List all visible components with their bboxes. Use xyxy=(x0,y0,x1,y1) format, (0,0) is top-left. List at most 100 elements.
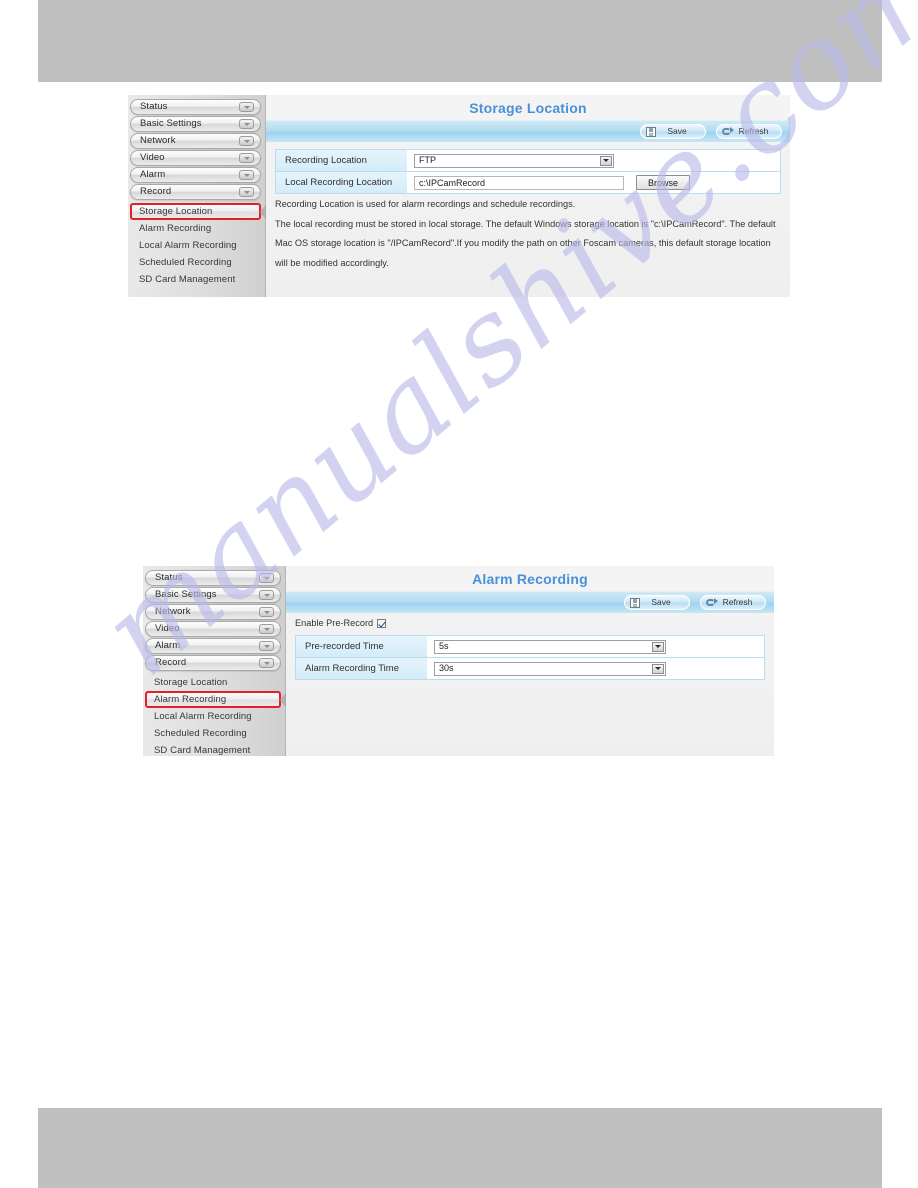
sidebar-subitem-alarm-recording[interactable]: Alarm Recording xyxy=(128,220,265,237)
chevron-down-icon[interactable] xyxy=(259,590,274,600)
sidebar-subitem-storage-location[interactable]: Storage Location xyxy=(143,674,285,691)
sidebar-item-record[interactable]: Record xyxy=(130,184,261,200)
sidebar-item-alarm[interactable]: Alarm xyxy=(145,638,281,654)
sidebar-item-label: Basic Settings xyxy=(140,118,202,130)
save-button[interactable]: Save xyxy=(640,124,706,139)
screenshot-alarm-recording: Status Basic Settings Network Video Alar… xyxy=(143,566,774,756)
recording-location-select[interactable]: FTP xyxy=(414,153,614,168)
sidebar-subitem-label: SD Card Management xyxy=(154,744,251,756)
sidebar-item-status[interactable]: Status xyxy=(130,99,261,115)
recording-location-value: FTP xyxy=(419,155,436,165)
screenshot-storage-location: Status Basic Settings Network Video Alar… xyxy=(128,95,790,297)
save-button-label: Save xyxy=(667,126,687,137)
alarm-recording-time-select[interactable]: 30s xyxy=(434,661,666,676)
sidebar-item-network[interactable]: Network xyxy=(145,604,281,620)
settings-table: Pre-recorded Time 5s Alarm Recording Tim… xyxy=(295,635,765,680)
save-button[interactable]: Save xyxy=(624,595,690,610)
recording-location-field: FTP xyxy=(408,150,780,171)
alarm-recording-time-field: 30s xyxy=(428,658,764,679)
sidebar-subitem-scheduled-recording[interactable]: Scheduled Recording xyxy=(128,254,265,271)
refresh-button-label: Refresh xyxy=(722,597,753,608)
table-row: Alarm Recording Time 30s xyxy=(296,658,764,680)
page-footer-band xyxy=(38,1108,882,1188)
sidebar-item-basic-settings[interactable]: Basic Settings xyxy=(145,587,281,603)
sidebar-subitem-local-alarm-recording[interactable]: Local Alarm Recording xyxy=(128,237,265,254)
table-row: Recording Location FTP xyxy=(276,150,780,172)
local-recording-location-label: Local Recording Location xyxy=(276,172,408,193)
help-line: The local recording must be stored in lo… xyxy=(275,218,776,229)
sidebar: Status Basic Settings Network Video Alar… xyxy=(128,95,266,297)
pre-recorded-time-label: Pre-recorded Time xyxy=(296,636,428,657)
sidebar-item-alarm[interactable]: Alarm xyxy=(130,167,261,183)
chevron-down-icon[interactable] xyxy=(239,102,254,112)
sidebar-subitem-label: Local Alarm Recording xyxy=(139,239,237,251)
sidebar-subitem-label: Alarm Recording xyxy=(139,222,212,234)
save-icon xyxy=(630,597,640,608)
pre-recorded-time-field: 5s xyxy=(428,636,764,657)
chevron-down-icon[interactable] xyxy=(652,663,664,674)
chevron-down-icon[interactable] xyxy=(239,119,254,129)
sidebar-subitem-sd-card-management[interactable]: SD Card Management xyxy=(128,271,265,288)
table-row: Local Recording Location c:\IPCamRecord … xyxy=(276,172,780,194)
alarm-recording-time-label: Alarm Recording Time xyxy=(296,658,428,679)
refresh-button[interactable]: Refresh xyxy=(700,595,766,610)
refresh-icon xyxy=(706,597,718,608)
sidebar-collapse-icon[interactable] xyxy=(258,202,268,222)
chevron-down-icon[interactable] xyxy=(259,607,274,617)
chevron-down-icon[interactable] xyxy=(239,187,254,197)
sidebar-subitem-scheduled-recording[interactable]: Scheduled Recording xyxy=(143,725,285,742)
sidebar-item-video[interactable]: Video xyxy=(145,621,281,637)
sidebar-subitem-local-alarm-recording[interactable]: Local Alarm Recording xyxy=(143,708,285,725)
chevron-down-icon[interactable] xyxy=(259,624,274,634)
sidebar-item-label: Network xyxy=(140,135,176,147)
alarm-recording-time-value: 30s xyxy=(439,663,454,673)
refresh-button-label: Refresh xyxy=(738,126,769,137)
sidebar-subitem-alarm-recording[interactable]: Alarm Recording xyxy=(145,691,286,708)
sidebar-item-video[interactable]: Video xyxy=(130,150,261,166)
sidebar-subitem-label: Scheduled Recording xyxy=(154,727,247,739)
sidebar-subitem-label: Alarm Recording xyxy=(154,693,227,705)
sidebar-item-label: Basic Settings xyxy=(155,589,217,601)
pre-recorded-time-value: 5s xyxy=(439,641,449,651)
chevron-down-icon[interactable] xyxy=(239,153,254,163)
sidebar-item-label: Video xyxy=(140,152,165,164)
toolbar: Save Refresh xyxy=(286,591,774,613)
sidebar-subitem-label: Scheduled Recording xyxy=(139,256,232,268)
toolbar: Save Refresh xyxy=(266,120,790,142)
chevron-down-icon[interactable] xyxy=(239,136,254,146)
chevron-down-icon[interactable] xyxy=(652,641,664,652)
local-recording-location-input[interactable]: c:\IPCamRecord xyxy=(414,175,624,190)
sidebar-subitem-label: SD Card Management xyxy=(139,273,236,285)
sidebar-item-label: Alarm xyxy=(140,169,166,181)
local-recording-location-field: c:\IPCamRecord Browse xyxy=(408,172,780,193)
content-area: Alarm Recording Save Refresh Enable Pre-… xyxy=(286,566,774,756)
refresh-button[interactable]: Refresh xyxy=(716,124,782,139)
enable-pre-record-checkbox[interactable] xyxy=(377,618,387,628)
help-text: Recording Location is used for alarm rec… xyxy=(275,194,781,269)
sidebar-collapse-icon[interactable] xyxy=(278,690,288,710)
chevron-down-icon[interactable] xyxy=(239,170,254,180)
sidebar-item-network[interactable]: Network xyxy=(130,133,261,149)
chevron-down-icon[interactable] xyxy=(259,641,274,651)
sidebar-item-basic-settings[interactable]: Basic Settings xyxy=(130,116,261,132)
content-area: Storage Location Save Refresh Recording … xyxy=(266,95,790,297)
sidebar-item-label: Alarm xyxy=(155,640,181,652)
browse-button[interactable]: Browse xyxy=(636,175,690,190)
sidebar-item-status[interactable]: Status xyxy=(145,570,281,586)
sidebar-item-label: Record xyxy=(155,657,187,669)
sidebar-subitem-label: Storage Location xyxy=(139,205,213,217)
pre-recorded-time-select[interactable]: 5s xyxy=(434,639,666,654)
sidebar-item-record[interactable]: Record xyxy=(145,655,281,671)
chevron-down-icon[interactable] xyxy=(259,573,274,583)
settings-table: Recording Location FTP Local Recording L… xyxy=(275,149,781,194)
sidebar-subitem-storage-location[interactable]: Storage Location xyxy=(130,203,266,220)
sidebar-item-label: Video xyxy=(155,623,180,635)
chevron-down-icon[interactable] xyxy=(600,155,612,166)
chevron-down-icon[interactable] xyxy=(259,658,274,668)
refresh-icon xyxy=(722,126,734,137)
sidebar-subitem-label: Local Alarm Recording xyxy=(154,710,252,722)
sidebar-item-label: Status xyxy=(140,101,168,113)
save-icon xyxy=(646,126,656,137)
sidebar-item-label: Status xyxy=(155,572,183,584)
sidebar-subitem-sd-card-management[interactable]: SD Card Management xyxy=(143,742,285,759)
